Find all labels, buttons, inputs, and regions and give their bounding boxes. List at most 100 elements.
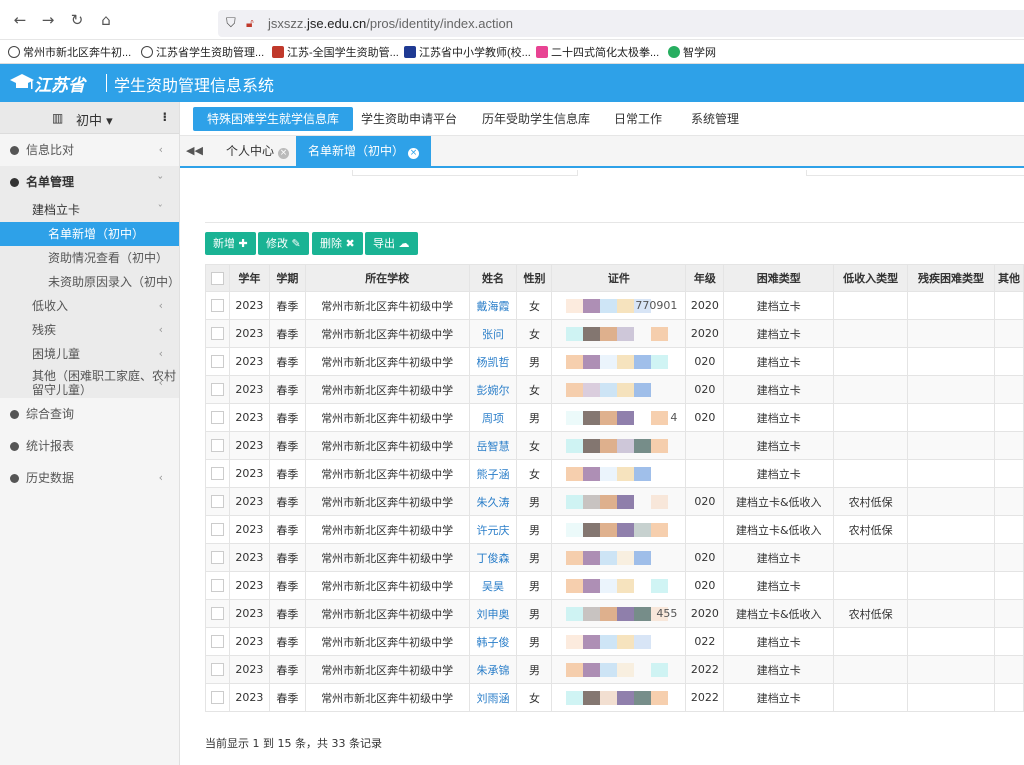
back-icon[interactable]: ← (12, 12, 28, 28)
checkbox[interactable] (210, 355, 224, 369)
cell-name[interactable]: 朱久涛 (468, 487, 518, 516)
bookmark-1[interactable]: 常州市新北区奔牛初... (8, 44, 131, 60)
checkbox[interactable] (210, 467, 224, 481)
submenu-disability[interactable]: 残疾 ‹ (0, 318, 179, 342)
row-checkbox[interactable] (205, 515, 230, 544)
submenu-hardship-children[interactable]: 困境儿童 ‹ (0, 342, 179, 366)
row-checkbox[interactable] (205, 655, 230, 684)
row-checkbox[interactable] (205, 375, 230, 404)
table-row[interactable]: 2023 春季 常州市新北区奔牛初级中学 刘申奥男 455 2020 建档立卡&低收入 农村低… (205, 599, 1024, 628)
col-id[interactable]: 证件 (551, 264, 687, 292)
scroll-left-icon[interactable]: ◀◀ (186, 144, 203, 157)
checkbox[interactable] (210, 607, 224, 621)
nav-special-students[interactable]: 特殊困难学生就学信息库 (193, 107, 354, 131)
checkbox[interactable] (210, 523, 224, 537)
tab-personal-center[interactable]: 个人中心 × (214, 136, 301, 166)
bookmark-2[interactable]: 江苏省学生资助管理... (141, 44, 264, 60)
submenu-aid-status[interactable]: 资助情况查看（初中） (0, 246, 179, 270)
col-other[interactable]: 其他 (993, 264, 1024, 292)
table-row[interactable]: 2023 春季 常州市新北区奔牛初级中学 朱承锦男 2022 建档立卡 (205, 655, 1024, 684)
cell-name[interactable]: 彭婉尔 (468, 375, 518, 404)
select-all-checkbox[interactable] (205, 264, 230, 292)
row-checkbox[interactable] (205, 487, 230, 516)
col-hardship-type[interactable]: 困难类型 (723, 264, 835, 292)
table-row[interactable]: 2023 春季 常州市新北区奔牛初级中学 岳智慧女 建档立卡 (205, 431, 1024, 460)
row-checkbox[interactable] (205, 291, 230, 320)
close-icon[interactable]: × (408, 148, 420, 159)
bookmark-4[interactable]: 江苏省中小学教师(校... (404, 44, 531, 60)
cell-name[interactable]: 刘雨涵 (468, 683, 518, 712)
cell-name[interactable]: 戴海霞 (468, 291, 518, 320)
col-school[interactable]: 所在学校 (304, 264, 470, 292)
delete-button[interactable]: 删除 ✖ (312, 232, 363, 255)
nav-system-manage[interactable]: 系统管理 (677, 107, 753, 131)
col-grade[interactable]: 年级 (685, 264, 725, 292)
cell-name[interactable]: 丁俊森 (468, 543, 518, 572)
shield-icon[interactable]: ⛉ (226, 16, 236, 31)
submenu-other[interactable]: 其他（困难职工家庭、农村 留守儿童） ‹ (0, 366, 179, 398)
col-term[interactable]: 学期 (268, 264, 306, 292)
nav-aid-platform[interactable]: 学生资助申请平台 (347, 107, 471, 131)
tab-add-list[interactable]: 名单新增（初中） × (296, 136, 432, 166)
checkbox[interactable] (210, 691, 224, 705)
col-low-income-type[interactable]: 低收入类型 (833, 264, 909, 292)
table-row[interactable]: 2023 春季 常州市新北区奔牛初级中学 吴昊男 020 建档立卡 (205, 571, 1024, 600)
col-year[interactable]: 学年 (228, 264, 270, 292)
nav-daily-work[interactable]: 日常工作 (600, 107, 676, 131)
checkbox[interactable] (210, 635, 224, 649)
row-checkbox[interactable] (205, 319, 230, 348)
close-icon[interactable]: × (278, 148, 290, 159)
insecure-lock-icon[interactable]: 🔓︎ (246, 16, 254, 31)
address-bar[interactable]: ⛉ 🔓︎ jsxszz.jse.edu.cn/pros/identity/ind… (218, 10, 1024, 37)
cell-name[interactable]: 许元庆 (468, 515, 518, 544)
edit-button[interactable]: 修改 ✎ (258, 232, 309, 255)
table-row[interactable]: 2023 春季 常州市新北区奔牛初级中学 彭婉尔女 020 建档立卡 (205, 375, 1024, 404)
submenu-no-aid-reason[interactable]: 未资助原因录入（初中） (0, 270, 180, 294)
checkbox[interactable] (210, 299, 224, 313)
col-disability-type[interactable]: 残疾困难类型 (907, 264, 995, 292)
export-button[interactable]: 导出 ☁ (365, 232, 418, 255)
col-name[interactable]: 姓名 (468, 264, 518, 292)
row-checkbox[interactable] (205, 431, 230, 460)
table-row[interactable]: 2023 春季 常州市新北区奔牛初级中学 刘雨涵女 2022 建档立卡 (205, 683, 1024, 712)
cell-name[interactable]: 朱承锦 (468, 655, 518, 684)
table-row[interactable]: 2023 春季 常州市新北区奔牛初级中学 丁俊森男 020 建档立卡 (205, 543, 1024, 572)
row-checkbox[interactable] (205, 459, 230, 488)
table-row[interactable]: 2023 春季 常州市新北区奔牛初级中学 朱久涛男 020 建档立卡&低收入 农村低保 (205, 487, 1024, 516)
forward-icon[interactable]: → (40, 12, 56, 28)
checkbox[interactable] (210, 411, 224, 425)
row-checkbox[interactable] (205, 347, 230, 376)
cell-name[interactable]: 熊子涵 (468, 459, 518, 488)
home-icon[interactable]: ⌂ (98, 12, 114, 28)
menu-statistics[interactable]: 统计报表 (0, 430, 179, 462)
col-sex[interactable]: 性别 (516, 264, 553, 292)
cell-name[interactable]: 刘申奥 (468, 599, 518, 628)
submenu-add-list[interactable]: 名单新增（初中） (0, 222, 179, 246)
cell-name[interactable]: 韩子俊 (468, 627, 518, 656)
checkbox[interactable] (210, 439, 224, 453)
table-row[interactable]: 2023 春季 常州市新北区奔牛初级中学 熊子涵女 建档立卡 (205, 459, 1024, 488)
checkbox[interactable] (210, 495, 224, 509)
checkbox[interactable] (210, 579, 224, 593)
table-row[interactable]: 2023 春季 常州市新北区奔牛初级中学 戴海霞女 770901 2020 建档立卡 (205, 291, 1024, 320)
submenu-low-income[interactable]: 低收入 ‹ (0, 294, 179, 318)
checkbox[interactable] (210, 551, 224, 565)
submenu-archive-card[interactable]: 建档立卡 ˇ (0, 198, 179, 222)
table-row[interactable]: 2023 春季 常州市新北区奔牛初级中学 杨凯哲男 020 建档立卡 (205, 347, 1024, 376)
reload-icon[interactable]: ↻ (69, 12, 85, 28)
menu-history[interactable]: 历史数据 ‹ (0, 462, 179, 494)
bookmark-6[interactable]: 智学网 (668, 44, 716, 60)
nav-aided-history[interactable]: 历年受助学生信息库 (468, 107, 604, 131)
table-row[interactable]: 2023 春季 常州市新北区奔牛初级中学 许元庆男 建档立卡&低收入 农村低保 (205, 515, 1024, 544)
checkbox[interactable] (210, 327, 224, 341)
row-checkbox[interactable] (205, 571, 230, 600)
checkbox[interactable] (210, 383, 224, 397)
table-row[interactable]: 2023 春季 常州市新北区奔牛初级中学 韩子俊男 022 建档立卡 (205, 627, 1024, 656)
more-icon[interactable]: ⁝ (162, 110, 167, 124)
cell-name[interactable]: 岳智慧 (468, 431, 518, 460)
cell-name[interactable]: 杨凯哲 (468, 347, 518, 376)
cell-name[interactable]: 张问 (468, 319, 518, 348)
table-row[interactable]: 2023 春季 常州市新北区奔牛初级中学 周项男 4 020 建档立卡 (205, 403, 1024, 432)
checkbox[interactable] (210, 663, 224, 677)
menu-general-query[interactable]: 综合查询 (0, 398, 179, 430)
